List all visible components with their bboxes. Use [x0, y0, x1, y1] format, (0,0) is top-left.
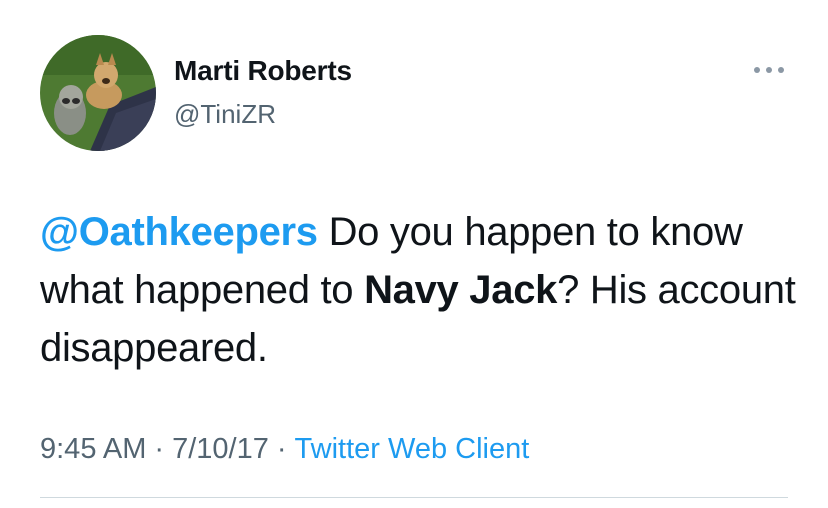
display-name[interactable]: Marti Roberts [174, 55, 352, 87]
more-dots-icon [754, 67, 784, 73]
source-client-link[interactable]: Twitter Web Client [295, 433, 530, 465]
tweet-date[interactable]: 7/10/17 [172, 433, 269, 465]
user-handle[interactable]: @TiniZR [174, 99, 276, 129]
tweet-time[interactable]: 9:45 AM [40, 433, 146, 465]
avatar[interactable] [40, 35, 156, 151]
meta-separator: · [154, 433, 165, 465]
tweet-bold-name: Navy Jack [364, 268, 558, 312]
tweet-text: @Oathkeepers Do you happen to know what … [40, 203, 800, 377]
meta-separator-2: · [276, 433, 287, 465]
mention-link[interactable]: @Oathkeepers [40, 210, 318, 254]
tweet-meta: 9:45 AM · 7/10/17 · Twitter Web Client [40, 431, 529, 467]
divider [40, 497, 788, 498]
more-options-button[interactable] [752, 56, 786, 84]
avatar-image [40, 35, 156, 151]
tweet-card: Marti Roberts @TiniZR @Oathkeepers Do yo… [0, 0, 828, 508]
